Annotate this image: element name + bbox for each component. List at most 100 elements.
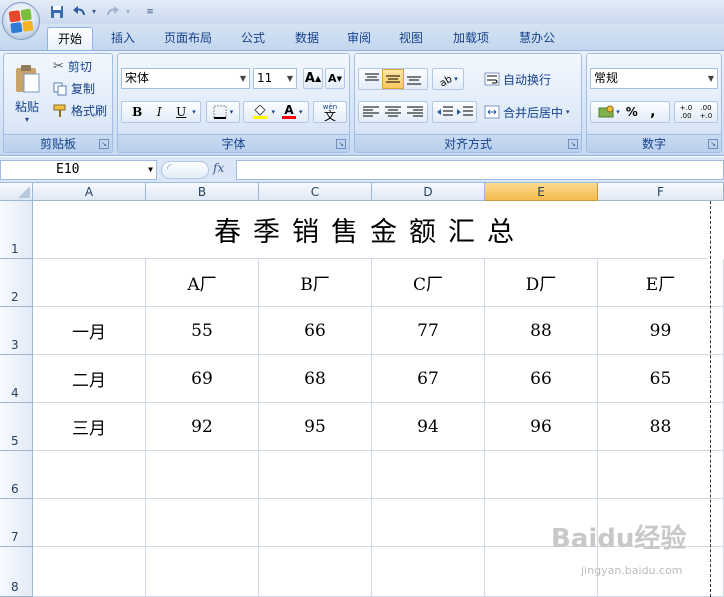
cell-e6[interactable] (485, 451, 598, 499)
font-launcher-icon[interactable]: ↘ (336, 139, 346, 149)
formula-bar-splitter[interactable]: ◜ (161, 161, 209, 179)
merge-center-button[interactable]: 合并后居中 ▾ (483, 101, 579, 123)
underline-dropdown-icon[interactable]: ▾ (192, 108, 196, 116)
tab-view[interactable]: 视图 (390, 27, 432, 50)
cell-b6[interactable] (146, 451, 259, 499)
name-box[interactable]: E10 ▼ (0, 160, 157, 180)
column-header-a[interactable]: A (33, 183, 146, 201)
increase-indent-icon[interactable] (455, 105, 475, 119)
cell-b8[interactable] (146, 547, 259, 597)
customize-toolbar-icon[interactable]: ≡ (145, 3, 155, 20)
column-header-e[interactable]: E (485, 183, 598, 201)
number-format-combo[interactable]: 常规 ▼ (590, 68, 718, 89)
select-all-corner[interactable] (0, 183, 33, 201)
accounting-format-button[interactable]: ▾ (598, 105, 620, 119)
font-color-button[interactable]: A (279, 104, 299, 119)
cell-f5[interactable]: 88 (598, 403, 724, 451)
cell-f6[interactable] (598, 451, 724, 499)
align-top-icon[interactable] (362, 72, 382, 86)
cell-d8[interactable] (372, 547, 485, 597)
undo-dropdown-icon[interactable]: ▾ (89, 3, 99, 20)
decrease-indent-icon[interactable] (435, 105, 455, 119)
font-size-combo[interactable]: 11 ▼ (253, 68, 297, 89)
cell-e2[interactable]: D厂 (485, 259, 598, 307)
row-header-7[interactable]: 7 (0, 499, 33, 547)
cell-d4[interactable]: 67 (372, 355, 485, 403)
cell-a3[interactable]: 一月 (33, 307, 146, 355)
font-name-combo[interactable]: 宋体 ▼ (121, 68, 250, 89)
cell-c7[interactable] (259, 499, 372, 547)
row-header-3[interactable]: 3 (0, 307, 33, 355)
cell-d5[interactable]: 94 (372, 403, 485, 451)
increase-decimal-button[interactable]: +.0 .00 (676, 104, 696, 120)
phonetic-button[interactable]: wén 文 (313, 101, 347, 123)
orientation-button[interactable]: ab ▾ (432, 68, 464, 90)
tab-review[interactable]: 审阅 (338, 27, 380, 50)
column-header-b[interactable]: B (146, 183, 259, 201)
cell-a6[interactable] (33, 451, 146, 499)
fill-color-button[interactable] (249, 105, 271, 119)
cell-e4[interactable]: 66 (485, 355, 598, 403)
wrap-text-button[interactable]: 自动换行 (483, 68, 579, 90)
alignment-launcher-icon[interactable]: ↘ (568, 139, 578, 149)
redo-dropdown-icon[interactable]: ▾ (123, 3, 133, 20)
cell-b3[interactable]: 55 (146, 307, 259, 355)
cell-d3[interactable]: 77 (372, 307, 485, 355)
cell-f4[interactable]: 65 (598, 355, 724, 403)
sheet-title-cell[interactable]: 春季销售金额汇总 (33, 201, 707, 259)
percent-style-button[interactable]: % (620, 105, 644, 119)
tab-formulas[interactable]: 公式 (232, 27, 274, 50)
tab-page-layout[interactable]: 页面布局 (156, 27, 220, 50)
cell-b5[interactable]: 92 (146, 403, 259, 451)
align-left-icon[interactable] (360, 105, 382, 119)
cell-c5[interactable]: 95 (259, 403, 372, 451)
cut-button[interactable]: ✂ 剪切 (52, 57, 108, 76)
clipboard-launcher-icon[interactable]: ↘ (99, 139, 109, 149)
redo-icon[interactable] (104, 3, 122, 20)
cell-d2[interactable]: C厂 (372, 259, 485, 307)
undo-icon[interactable] (70, 3, 88, 20)
align-center-icon[interactable] (382, 105, 404, 119)
row-header-8[interactable]: 8 (0, 547, 33, 597)
cell-d6[interactable] (372, 451, 485, 499)
cell-c2[interactable]: B厂 (259, 259, 372, 307)
cell-e3[interactable]: 88 (485, 307, 598, 355)
tab-data[interactable]: 数据 (286, 27, 328, 50)
office-button[interactable] (2, 2, 40, 40)
tab-huibangong[interactable]: 慧办公 (510, 27, 564, 50)
save-icon[interactable] (48, 3, 66, 20)
row-header-2[interactable]: 2 (0, 259, 33, 307)
cell-d7[interactable] (372, 499, 485, 547)
cell-c4[interactable]: 68 (259, 355, 372, 403)
cell-c3[interactable]: 66 (259, 307, 372, 355)
shrink-font-button[interactable]: A ▼ (325, 68, 345, 89)
align-bottom-icon[interactable] (404, 72, 424, 86)
cell-a4[interactable]: 二月 (33, 355, 146, 403)
cell-c8[interactable] (259, 547, 372, 597)
row-header-5[interactable]: 5 (0, 403, 33, 451)
cell-b4[interactable]: 69 (146, 355, 259, 403)
cell-a7[interactable] (33, 499, 146, 547)
cell-a8[interactable] (33, 547, 146, 597)
cell-f3[interactable]: 99 (598, 307, 724, 355)
borders-button[interactable]: ▾ (206, 101, 240, 123)
column-header-d[interactable]: D (372, 183, 485, 201)
comma-style-button[interactable]: , (644, 104, 662, 120)
decrease-decimal-button[interactable]: .00 +.0 (696, 104, 716, 120)
tab-home[interactable]: 开始 (47, 27, 93, 50)
font-color-dropdown-icon[interactable]: ▾ (299, 108, 303, 116)
number-launcher-icon[interactable]: ↘ (708, 139, 718, 149)
cell-e5[interactable]: 96 (485, 403, 598, 451)
fill-color-dropdown-icon[interactable]: ▾ (271, 108, 275, 116)
row-header-4[interactable]: 4 (0, 355, 33, 403)
row-header-1[interactable]: 1 (0, 201, 33, 259)
column-header-c[interactable]: C (259, 183, 372, 201)
cell-c6[interactable] (259, 451, 372, 499)
insert-function-icon[interactable]: fx (213, 161, 224, 175)
cell-b7[interactable] (146, 499, 259, 547)
cell-a5[interactable]: 三月 (33, 403, 146, 451)
align-right-icon[interactable] (404, 105, 426, 119)
grow-font-button[interactable]: A ▲ (303, 68, 323, 89)
name-box-dropdown-icon[interactable]: ▼ (148, 161, 153, 179)
row-header-6[interactable]: 6 (0, 451, 33, 499)
